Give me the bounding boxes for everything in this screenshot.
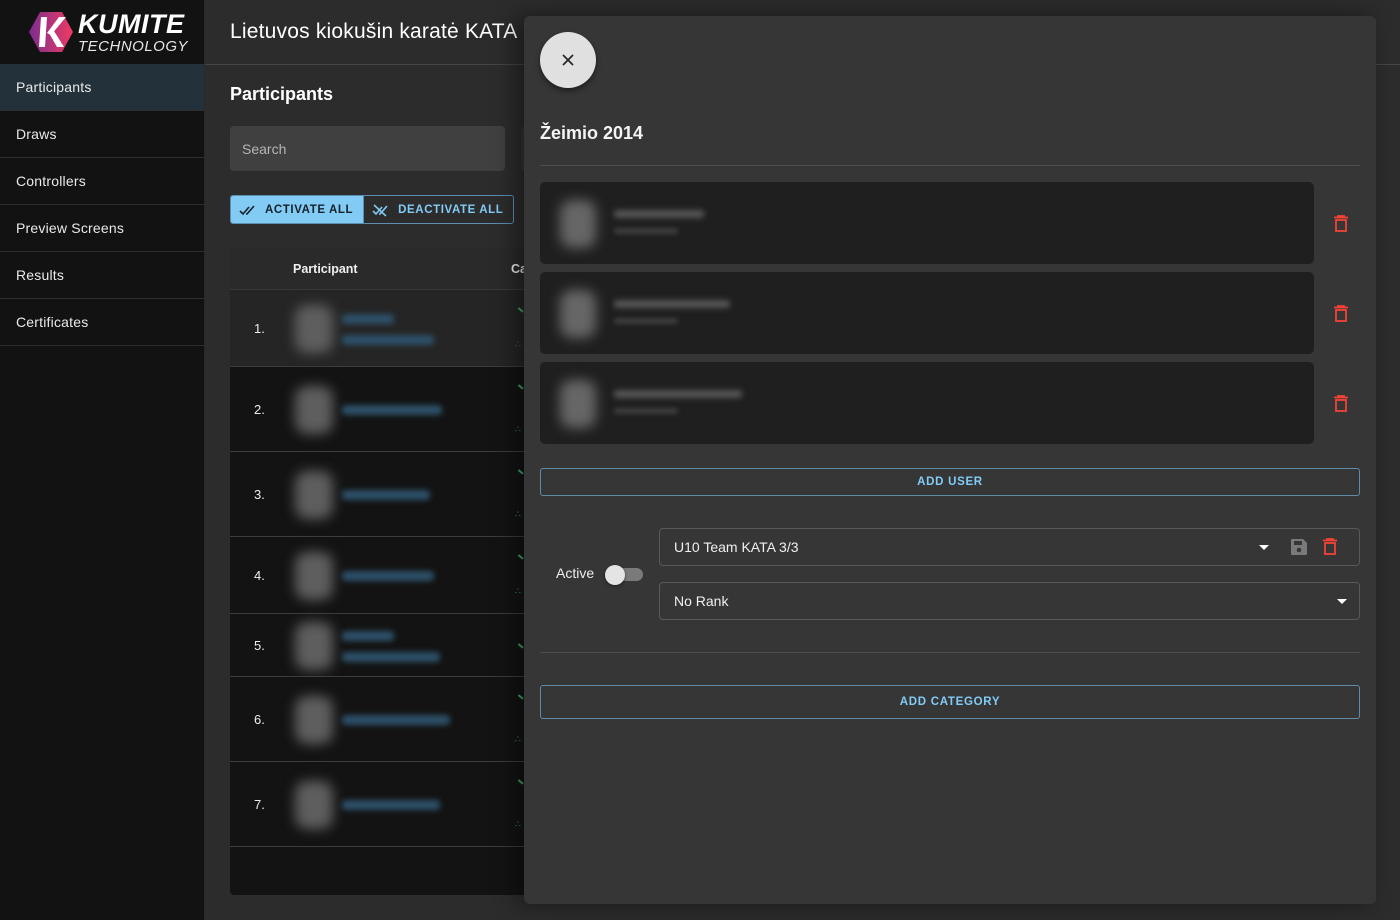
participant-avatar [295, 304, 333, 353]
divider [540, 165, 1360, 166]
search-field[interactable] [230, 126, 505, 171]
activate-all-button[interactable]: ACTIVATE ALL [231, 196, 364, 223]
team-icon: ∴ [515, 509, 521, 519]
member-avatar [560, 290, 596, 338]
add-user-button[interactable]: ADD USER [540, 468, 1360, 496]
toggle-thumb [605, 565, 625, 585]
team-detail-panel: Žeimio 2014 ADD USER Active U10 Team KAT… [524, 16, 1376, 904]
member-avatar [560, 380, 596, 428]
rank-select-value: No Rank [674, 593, 729, 609]
delete-category-icon[interactable] [1323, 538, 1337, 555]
divider [540, 652, 1360, 653]
close-button[interactable] [540, 32, 596, 88]
rank-dropdown-caret-icon[interactable] [1337, 599, 1347, 604]
table-header: Participant Ca [230, 248, 530, 290]
participant-name-link[interactable] [342, 651, 440, 662]
participant-avatar [295, 470, 333, 519]
active-toggle[interactable] [605, 565, 643, 585]
team-member-card[interactable] [540, 182, 1314, 264]
participant-name-link[interactable] [342, 313, 394, 324]
participant-avatar [295, 695, 333, 744]
table-body: 1. ∴ 2. ∴ 3. ∴ 4. ∴ 5. 6. ∴ 7. ∴ [230, 290, 530, 847]
page-title: Lietuvos kiokušin karatė KATA [230, 20, 518, 43]
done-all-icon [239, 204, 255, 215]
table-row[interactable]: 5. [230, 614, 530, 677]
column-header-participant: Participant [293, 262, 358, 276]
participant-name-link[interactable] [342, 799, 440, 810]
member-detail [614, 228, 678, 234]
team-icon: ∴ [515, 586, 521, 596]
member-name [614, 300, 730, 308]
delete-member-icon[interactable] [1334, 215, 1348, 232]
sidebar-item-certificates[interactable]: Certificates [0, 299, 204, 346]
member-name [614, 390, 742, 398]
team-icon: ∴ [515, 339, 521, 349]
member-avatar [560, 200, 596, 248]
team-icon: ∴ [515, 819, 521, 829]
participant-name-link[interactable] [342, 404, 442, 415]
team-member-card[interactable] [540, 272, 1314, 354]
team-member-card[interactable] [540, 362, 1314, 444]
sidebar-item-results[interactable]: Results [0, 252, 204, 299]
participant-name-link[interactable] [342, 570, 434, 581]
participant-avatar [295, 621, 333, 670]
sidebar-item-draws[interactable]: Draws [0, 111, 204, 158]
remove-done-icon [372, 203, 388, 217]
save-icon[interactable] [1290, 538, 1308, 556]
row-number: 3. [254, 486, 265, 502]
delete-member-icon[interactable] [1334, 395, 1348, 412]
brand-name: KUMITE [78, 8, 185, 39]
team-title: Žeimio 2014 [540, 123, 644, 143]
rank-select[interactable]: No Rank [659, 582, 1360, 620]
row-number: 5. [254, 637, 265, 653]
sidebar-item-participants[interactable]: Participants [0, 64, 204, 111]
sidebar-item-controllers[interactable]: Controllers [0, 158, 204, 205]
activation-button-group: ACTIVATE ALL DEACTIVATE ALL [230, 195, 515, 224]
table-row[interactable]: 6. ∴ [230, 677, 530, 762]
table-row[interactable]: 7. ∴ [230, 762, 530, 847]
participant-name-link[interactable] [342, 489, 430, 500]
team-icon: ∴ [515, 424, 521, 434]
table-row[interactable]: 1. ∴ [230, 290, 530, 367]
sidebar-nav: Participants Draws Controllers Preview S… [0, 64, 204, 346]
row-number: 4. [254, 567, 265, 583]
row-number: 6. [254, 711, 265, 727]
search-input[interactable] [242, 140, 493, 157]
row-number: 7. [254, 796, 265, 812]
delete-member-icon[interactable] [1334, 305, 1348, 322]
participant-avatar [295, 780, 333, 829]
participant-name-link[interactable] [342, 630, 394, 641]
category-dropdown-caret-icon[interactable] [1259, 545, 1269, 550]
participant-name-link[interactable] [342, 714, 450, 725]
add-category-button[interactable]: ADD CATEGORY [540, 685, 1360, 719]
participants-table: Participant Ca 1. ∴ 2. ∴ 3. ∴ 4. ∴ 5. 6. ∴ 7. ∴ [230, 248, 530, 895]
category-select-value: U10 Team KATA 3/3 [674, 539, 799, 555]
participant-avatar [295, 551, 333, 600]
row-number: 1. [254, 320, 265, 336]
table-row[interactable]: 3. ∴ [230, 452, 530, 537]
close-icon [562, 54, 574, 66]
table-row[interactable]: 4. ∴ [230, 537, 530, 614]
team-icon: ∴ [515, 734, 521, 744]
deactivate-all-button[interactable]: DEACTIVATE ALL [363, 196, 513, 223]
active-label: Active [556, 565, 595, 581]
activate-all-label: ACTIVATE ALL [265, 203, 354, 216]
section-title: Participants [230, 84, 334, 104]
row-number: 2. [254, 401, 265, 417]
sidebar: KUMITE TECHNOLOGY Participants Draws Con… [0, 0, 205, 920]
participant-avatar [295, 385, 333, 434]
logo-hexagon-icon [28, 11, 74, 53]
member-detail [614, 408, 678, 414]
member-detail [614, 318, 678, 324]
deactivate-all-label: DEACTIVATE ALL [398, 203, 504, 216]
sidebar-item-preview-screens[interactable]: Preview Screens [0, 205, 204, 252]
table-row[interactable]: 2. ∴ [230, 367, 530, 452]
brand-logo[interactable]: KUMITE TECHNOLOGY [0, 0, 204, 64]
member-name [614, 210, 704, 218]
category-select[interactable]: U10 Team KATA 3/3 [659, 528, 1360, 566]
participant-name-link[interactable] [342, 334, 434, 345]
brand-subtitle: TECHNOLOGY [78, 37, 189, 55]
